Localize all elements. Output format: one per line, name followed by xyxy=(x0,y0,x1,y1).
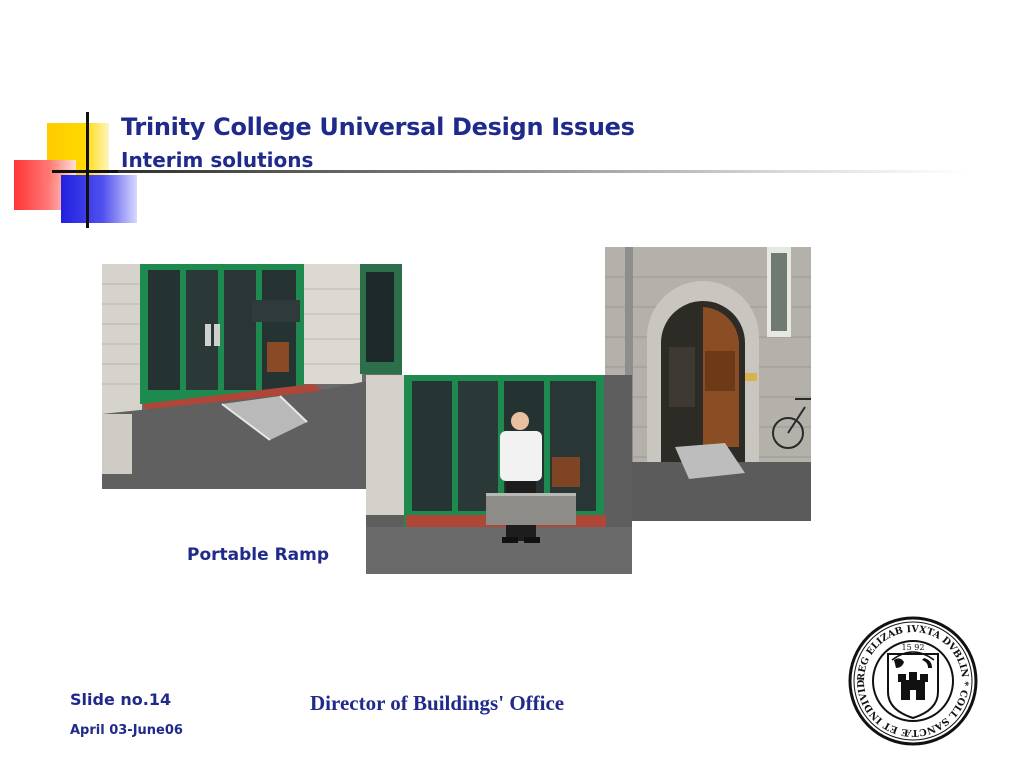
slide-subtitle: Interim solutions xyxy=(121,148,314,172)
slide-number: Slide no.14 xyxy=(70,690,172,709)
footer-text: Director of Buildings' Office xyxy=(310,691,565,715)
trinity-college-seal: REG ELIZAB IVXTA DVBLIN * COLL SANCTÆ ET… xyxy=(840,606,980,748)
slide-title: Trinity College Universal Design Issues xyxy=(121,113,635,141)
arched-doorway-photo xyxy=(605,247,811,521)
ramp-at-glass-doors-photo xyxy=(102,264,402,489)
man-holding-ramp-photo xyxy=(366,375,632,574)
slide-date: April 03-June06 xyxy=(70,723,183,738)
logo-horizontal-line xyxy=(52,170,122,173)
photo-caption: Portable Ramp xyxy=(187,545,330,565)
logo-blue-square xyxy=(61,175,137,223)
seal-year: 15 92 xyxy=(902,643,925,652)
